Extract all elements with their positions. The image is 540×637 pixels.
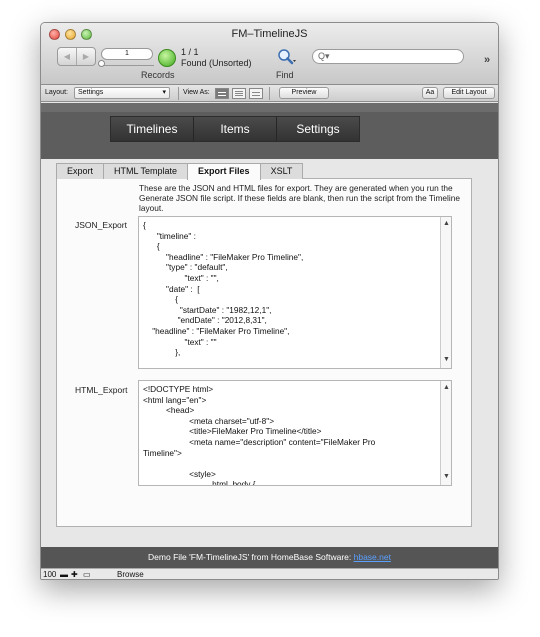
toolbar-overflow-button[interactable]: » — [484, 54, 490, 66]
edit-layout-button[interactable]: Edit Layout — [443, 87, 495, 99]
export-instructions: These are the JSON and HTML files for ex… — [139, 183, 460, 213]
find-label: Find — [276, 70, 294, 80]
main-nav: Timelines Items Settings — [110, 116, 360, 142]
previous-record-icon[interactable]: ◀ — [58, 48, 77, 65]
quick-find-input[interactable]: Q▾ — [312, 49, 464, 64]
tab-xslt[interactable]: XSLT — [259, 163, 304, 179]
zoom-out-icon[interactable]: ▬ — [60, 569, 68, 579]
layout-footer: Demo File 'FM-TimelineJS' from HomeBase … — [41, 547, 498, 568]
nav-tab-items[interactable]: Items — [193, 117, 276, 141]
record-number-input[interactable]: 1 — [101, 48, 153, 60]
scroll-down-icon[interactable]: ▼ — [441, 472, 451, 483]
scroll-up-icon[interactable]: ▲ — [441, 219, 451, 230]
html-export-text: <!DOCTYPE html> <html lang="en"> <head> … — [143, 384, 376, 486]
layout-label: Layout: — [45, 89, 68, 96]
formatting-bar-button[interactable]: Aa — [422, 87, 438, 99]
list-view-button[interactable] — [232, 88, 246, 99]
mode-label[interactable]: Browse — [117, 569, 144, 579]
json-export-label: JSON_Export — [75, 220, 127, 230]
zoom-in-icon[interactable]: ✚ — [71, 569, 78, 579]
toolbar: FM–TimelineJS ◀ ▶ 1 1 / 1 Found (Unsorte… — [41, 23, 498, 85]
html-export-field[interactable]: <!DOCTYPE html> <html lang="en"> <head> … — [138, 380, 452, 486]
table-view-button[interactable] — [249, 88, 263, 99]
layoutbar-divider — [178, 87, 179, 100]
settings-tabs: Export HTML Template Export Files XSLT — [56, 163, 304, 180]
found-set-pie-icon — [158, 49, 176, 67]
chevron-down-icon: ▾ — [162, 89, 166, 96]
form-view-button[interactable] — [215, 88, 229, 99]
hbase-link[interactable]: hbase.net — [354, 552, 391, 562]
record-slider-handle[interactable] — [98, 60, 105, 67]
tab-export-files[interactable]: Export Files — [187, 163, 261, 180]
app-window: FM–TimelineJS ◀ ▶ 1 1 / 1 Found (Unsorte… — [40, 22, 499, 580]
nav-tab-timelines[interactable]: Timelines — [111, 117, 193, 141]
layout-select[interactable]: Settings ▾ — [74, 87, 170, 99]
found-count: 1 / 1 Found (Unsorted) — [181, 47, 252, 69]
layout-bar: Layout: Settings ▾ View As: Preview Aa E… — [41, 85, 498, 102]
window-title: FM–TimelineJS — [231, 28, 308, 40]
html-export-label: HTML_Export — [75, 385, 128, 395]
json-export-text: { "timeline" : { "headline" : "FileMaker… — [143, 220, 304, 358]
record-navigation: ◀ ▶ — [57, 47, 96, 66]
layoutbar-divider — [269, 87, 270, 100]
record-slider-track[interactable] — [101, 63, 154, 66]
preview-button[interactable]: Preview — [279, 87, 329, 99]
layout-header: Timelines Items Settings — [41, 103, 498, 159]
find-icon[interactable] — [276, 47, 298, 67]
footer-text: Demo File 'FM-TimelineJS' from HomeBase … — [148, 552, 354, 562]
layout-select-value: Settings — [78, 89, 104, 96]
next-record-icon[interactable]: ▶ — [77, 48, 95, 65]
scroll-down-icon[interactable]: ▼ — [441, 355, 451, 366]
json-field-scrollbar[interactable]: ▲ ▼ — [440, 217, 451, 368]
status-bar: 100 ▬ ✚ ▭ Browse — [41, 568, 498, 579]
scroll-up-icon[interactable]: ▲ — [441, 383, 451, 394]
tab-html-template[interactable]: HTML Template — [103, 163, 189, 179]
nav-tab-settings[interactable]: Settings — [276, 117, 359, 141]
zoom-level[interactable]: 100 — [43, 569, 56, 579]
found-count-value: 1 / 1 — [181, 47, 199, 57]
records-label: Records — [141, 70, 175, 80]
json-export-field[interactable]: { "timeline" : { "headline" : "FileMaker… — [138, 216, 452, 369]
html-field-scrollbar[interactable]: ▲ ▼ — [440, 381, 451, 485]
view-as-label: View As: — [183, 89, 210, 96]
found-status: Found (Unsorted) — [181, 58, 252, 68]
toggle-status-area-icon[interactable]: ▭ — [83, 569, 91, 579]
tab-export[interactable]: Export — [56, 163, 105, 179]
